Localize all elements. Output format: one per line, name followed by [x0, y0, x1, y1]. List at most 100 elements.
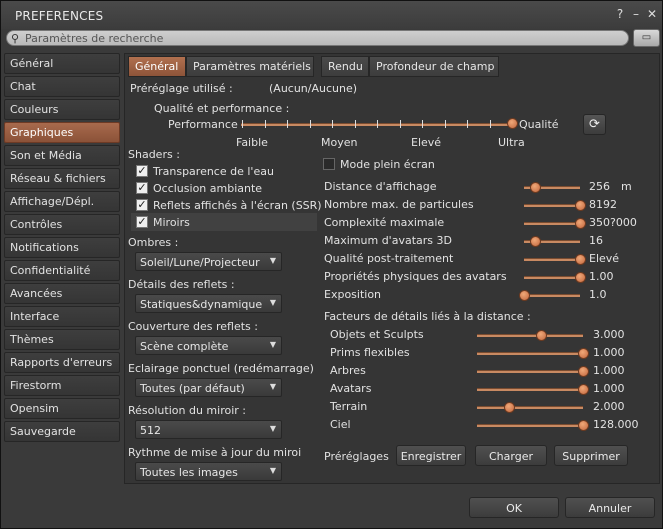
setting-value-5: 1.00 [589, 270, 614, 283]
sidebar-item-7[interactable]: Contrôles [4, 214, 120, 235]
quality-slider-knob[interactable] [507, 118, 518, 129]
lod-slider-track-1[interactable] [477, 352, 583, 355]
tab-render[interactable]: Rendu [321, 56, 369, 77]
shader-label-1: Occlusion ambiante [153, 182, 263, 195]
shader-checkbox-3[interactable]: ✓ [136, 216, 148, 228]
sidebar-item-3[interactable]: Graphiques [4, 122, 120, 143]
setting-value-6: 1.0 [589, 288, 607, 301]
save-preset-button[interactable]: Enregistrer [396, 445, 466, 466]
setting-slider-track-4[interactable] [524, 258, 580, 261]
combo-box-3[interactable]: Toutes (par défaut) ▼ [135, 378, 282, 397]
quality-left-label: Performance [168, 118, 238, 131]
fullscreen-checkbox[interactable] [323, 158, 335, 170]
shader-checkbox-2[interactable]: ✓ [136, 199, 148, 211]
quality-tick-mark [242, 120, 243, 128]
sidebar-item-9[interactable]: Confidentialité [4, 260, 120, 281]
setting-slider-track-6[interactable] [524, 294, 580, 297]
lod-value-3: 1.000 [593, 382, 625, 395]
lod-slider-knob-2[interactable] [578, 366, 589, 377]
lod-slider-track-5[interactable] [477, 424, 583, 427]
search-options-button[interactable]: ▭ [633, 29, 660, 47]
sidebar-item-4[interactable]: Son et Média [4, 145, 120, 166]
combo-box-2[interactable]: Scène complète ▼ [135, 336, 282, 355]
setting-label-4: Qualité post-traitement [324, 252, 454, 265]
quality-slider-track[interactable] [241, 123, 515, 126]
title-bar[interactable]: PREFERENCES ? – ✕ [1, 1, 662, 29]
setting-slider-track-2[interactable] [524, 222, 580, 225]
tab-hardware[interactable]: Paramètres matériels [186, 56, 314, 77]
load-preset-button[interactable]: Charger [475, 445, 547, 466]
sidebar-item-10[interactable]: Avancées [4, 283, 120, 304]
setting-slider-track-1[interactable] [524, 204, 580, 207]
sidebar-item-0[interactable]: Général [4, 53, 120, 74]
sidebar-item-16[interactable]: Sauvegarde [4, 421, 120, 442]
ok-button[interactable]: OK [469, 497, 559, 518]
combo-box-0[interactable]: Soleil/Lune/Projecteur ▼ [135, 252, 282, 271]
setting-value-0: 256 [589, 180, 610, 193]
fullscreen-label: Mode plein écran [340, 158, 435, 171]
combo-value-1: Statiques&dynamique [140, 298, 263, 311]
sidebar-item-2[interactable]: Couleurs [4, 99, 120, 120]
setting-slider-knob-5[interactable] [575, 272, 586, 283]
lod-slider-track-0[interactable] [477, 334, 583, 337]
lod-slider-knob-0[interactable] [535, 330, 547, 341]
setting-label-2: Complexité maximale [324, 216, 445, 229]
help-icon[interactable]: ? [613, 7, 627, 21]
setting-slider-knob-1[interactable] [575, 200, 586, 211]
lod-slider-track-3[interactable] [477, 388, 583, 391]
combo-value-4: 512 [140, 424, 161, 437]
combo-value-3: Toutes (par défaut) [140, 382, 245, 395]
lod-slider-knob-4[interactable] [503, 402, 515, 413]
sidebar-item-12[interactable]: Thèmes [4, 329, 120, 350]
search-placeholder: Paramètres de recherche [25, 32, 164, 45]
quality-tick-mark [399, 120, 401, 128]
lod-slider-track-2[interactable] [477, 370, 583, 373]
quality-tick-mark [489, 120, 491, 128]
presets-label: Préréglages [324, 450, 389, 463]
search-field[interactable]: ⚲ Paramètres de recherche [6, 30, 629, 46]
lod-slider-knob-1[interactable] [578, 348, 589, 359]
refresh-icon[interactable]: ⟳ [583, 114, 606, 135]
shader-checkbox-1[interactable]: ✓ [136, 182, 148, 194]
window-title: PREFERENCES [15, 9, 104, 23]
setting-slider-track-5[interactable] [524, 276, 580, 279]
sidebar-item-11[interactable]: Interface [4, 306, 120, 327]
sidebar-item-1[interactable]: Chat [4, 76, 120, 97]
quality-tick-mark [467, 120, 468, 128]
sidebar-item-14[interactable]: Firestorm [4, 375, 120, 396]
sidebar-item-13[interactable]: Rapports d'erreurs [4, 352, 120, 373]
lod-value-0: 3.000 [593, 328, 625, 341]
tab-depth-of-field[interactable]: Profondeur de champ [369, 56, 499, 77]
sidebar-item-6[interactable]: Affichage/Dépl. [4, 191, 120, 212]
combo-label-1: Détails des reflets : [128, 278, 235, 291]
sidebar-item-8[interactable]: Notifications [4, 237, 120, 258]
combo-label-3: Eclairage ponctuel (redémarrage) [128, 362, 314, 375]
delete-preset-button[interactable]: Supprimer [554, 445, 628, 466]
tab-general[interactable]: Général [128, 56, 186, 77]
setting-label-3: Maximum d'avatars 3D [324, 234, 452, 247]
chevron-down-icon: ▼ [269, 256, 276, 265]
quality-tick-ultra: Ultra [498, 136, 525, 149]
close-icon[interactable]: ✕ [645, 7, 659, 21]
shader-checkbox-0[interactable]: ✓ [136, 165, 148, 177]
sidebar-item-5[interactable]: Réseau & fichiers [4, 168, 120, 189]
quality-right-label: Qualité [519, 118, 559, 131]
combo-value-5: Toutes les images [140, 466, 238, 479]
minimize-icon[interactable]: – [629, 7, 643, 21]
sidebar-item-15[interactable]: Opensim [4, 398, 120, 419]
lod-slider-track-4[interactable] [477, 406, 583, 409]
setting-label-6: Exposition [324, 288, 382, 301]
lod-slider-knob-3[interactable] [578, 384, 589, 395]
setting-slider-knob-2[interactable] [575, 218, 586, 229]
combo-box-4[interactable]: 512 ▼ [135, 420, 282, 439]
setting-slider-knob-6[interactable] [519, 290, 530, 301]
setting-slider-knob-4[interactable] [575, 254, 586, 265]
lod-label-1: Prims flexibles [330, 346, 410, 359]
lod-value-2: 1.000 [593, 364, 625, 377]
lod-slider-knob-5[interactable] [578, 420, 589, 431]
quality-title: Qualité et performance : [154, 102, 290, 115]
cancel-button[interactable]: Annuler [565, 497, 655, 518]
combo-box-1[interactable]: Statiques&dynamique ▼ [135, 294, 282, 313]
combo-box-5[interactable]: Toutes les images ▼ [135, 462, 282, 481]
quality-tick-mid: Moyen [321, 136, 358, 149]
